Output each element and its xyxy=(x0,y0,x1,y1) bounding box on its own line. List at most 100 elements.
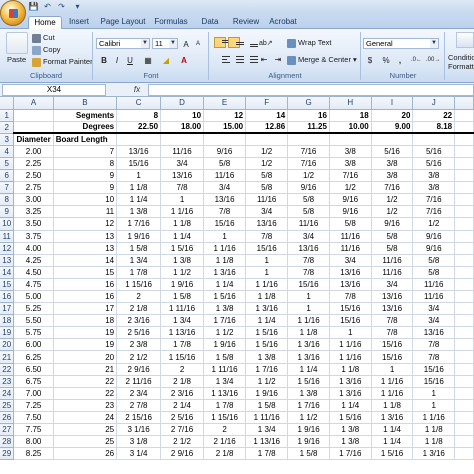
cell[interactable]: 1 1/16 xyxy=(287,314,330,328)
cell[interactable]: 8 xyxy=(116,109,162,122)
cell[interactable]: 22.50 xyxy=(116,121,162,135)
cell[interactable]: 7/8 xyxy=(245,230,289,243)
percent-button[interactable]: % xyxy=(380,54,392,65)
cell[interactable]: 1 3/16 xyxy=(412,447,456,461)
cell[interactable]: 9/16 xyxy=(329,205,372,219)
cell[interactable]: 7.50 xyxy=(13,411,54,425)
cell[interactable]: 21 xyxy=(53,363,118,376)
cell[interactable]: 15/16 xyxy=(287,278,330,292)
cell[interactable] xyxy=(454,399,474,412)
cell[interactable]: 5/16 xyxy=(371,145,414,158)
cell[interactable]: 1 5/8 xyxy=(203,350,247,364)
cell[interactable]: 1 3/16 xyxy=(329,387,372,400)
row-header[interactable]: 1 xyxy=(0,109,15,122)
cell[interactable]: 25 xyxy=(53,435,118,449)
column-header[interactable]: C xyxy=(116,97,162,110)
cell[interactable]: 1 xyxy=(287,290,330,304)
cell[interactable] xyxy=(454,157,474,171)
cell[interactable] xyxy=(454,350,474,364)
cell[interactable]: 2 11/16 xyxy=(116,375,162,388)
shrink-font-icon[interactable]: A xyxy=(192,38,204,49)
cell[interactable]: 7/16 xyxy=(412,205,456,219)
cell[interactable]: 2 1/4 xyxy=(160,399,205,412)
cell[interactable]: 1 1/16 xyxy=(160,205,205,219)
cell[interactable]: 7/8 xyxy=(160,181,205,195)
cell[interactable]: 5/8 xyxy=(371,242,414,255)
cell[interactable]: 15/16 xyxy=(245,242,289,255)
cell[interactable]: 1 1/16 xyxy=(412,411,456,425)
cell[interactable]: 1 9/16 xyxy=(116,230,162,243)
cell[interactable]: 9/16 xyxy=(329,193,372,207)
cell[interactable]: 2 1/16 xyxy=(203,435,247,449)
align-bottom-button[interactable] xyxy=(242,37,258,48)
row-header[interactable]: 7 xyxy=(0,181,15,195)
cell[interactable]: 7/8 xyxy=(203,205,247,219)
cell[interactable]: 2 3/8 xyxy=(116,338,162,352)
cell[interactable]: 1 3/8 xyxy=(245,350,289,364)
cell[interactable]: 1 1/8 xyxy=(412,435,456,449)
cell[interactable]: 2 xyxy=(203,423,247,437)
row-header[interactable]: 16 xyxy=(0,290,15,304)
cell[interactable]: 1 xyxy=(160,193,205,207)
cell[interactable]: 2 3/16 xyxy=(116,314,162,328)
cell[interactable]: 1/2 xyxy=(371,205,414,219)
cell[interactable]: 5.25 xyxy=(13,302,54,316)
cell[interactable]: 1 1/16 xyxy=(329,338,372,352)
bold-button[interactable]: B xyxy=(98,54,110,65)
cell[interactable]: 10 xyxy=(160,109,205,122)
cell[interactable]: 1 5/16 xyxy=(160,242,205,255)
copy-button[interactable]: Copy xyxy=(32,45,61,55)
row-header[interactable]: 18 xyxy=(0,314,15,328)
cell[interactable]: 1 7/16 xyxy=(116,217,162,231)
cell[interactable] xyxy=(203,133,247,146)
cell[interactable]: 11/16 xyxy=(203,169,247,183)
cell[interactable]: 2 1/2 xyxy=(116,350,162,364)
cell[interactable]: 4.50 xyxy=(13,266,54,279)
cell[interactable]: 1 3/8 xyxy=(203,302,247,316)
cell[interactable]: 11/16 xyxy=(371,266,414,279)
cell[interactable]: 22 xyxy=(412,109,456,122)
cell[interactable]: 3/8 xyxy=(371,157,414,171)
cell[interactable]: 1 1/4 xyxy=(371,423,414,437)
wrap-text-button[interactable]: Wrap Text xyxy=(287,38,332,48)
cell[interactable]: 1 xyxy=(371,363,414,376)
cell[interactable]: 7.75 xyxy=(13,423,54,437)
cell[interactable] xyxy=(454,145,474,158)
cell[interactable]: 1 7/8 xyxy=(203,399,247,412)
row-header[interactable]: 8 xyxy=(0,193,15,207)
cell[interactable]: 1 5/16 xyxy=(287,375,330,388)
cell[interactable] xyxy=(454,302,474,316)
customize-icon[interactable]: ▾ xyxy=(72,2,83,12)
cell[interactable]: 3/4 xyxy=(245,205,289,219)
cell[interactable]: 22 xyxy=(53,375,118,388)
row-header[interactable]: 27 xyxy=(0,423,15,437)
cell[interactable]: 5/8 xyxy=(371,230,414,243)
paste-button[interactable]: Paste xyxy=(7,55,26,65)
cell[interactable]: 12 xyxy=(203,109,247,122)
column-header[interactable]: I xyxy=(371,97,414,110)
cell[interactable]: 1 5/8 xyxy=(245,399,289,412)
cell[interactable]: 5/8 xyxy=(287,193,330,207)
column-header[interactable]: D xyxy=(160,97,205,110)
cell[interactable] xyxy=(454,217,474,231)
cell[interactable]: 10.00 xyxy=(329,121,372,135)
cell[interactable]: 1 1/4 xyxy=(287,363,330,376)
cell[interactable]: 1 3/16 xyxy=(203,266,247,279)
cell[interactable]: 7/16 xyxy=(412,193,456,207)
cell[interactable]: Diameter xyxy=(13,133,54,146)
cell[interactable]: 7/16 xyxy=(329,169,372,183)
comma-button[interactable]: , xyxy=(394,54,406,65)
cell[interactable]: 1 3/4 xyxy=(116,254,162,267)
cell[interactable]: 4.75 xyxy=(13,278,54,292)
cell[interactable]: 15.00 xyxy=(203,121,247,135)
cell[interactable] xyxy=(454,447,474,461)
cell[interactable]: 1 5/16 xyxy=(245,338,289,352)
cell[interactable] xyxy=(454,121,474,135)
cell[interactable]: 5/8 xyxy=(287,205,330,219)
cell[interactable]: 5/8 xyxy=(412,254,456,267)
cell[interactable]: 7/8 xyxy=(371,314,414,328)
cell[interactable]: 1 3/4 xyxy=(203,375,247,388)
row-header[interactable]: 19 xyxy=(0,326,15,340)
cell[interactable]: 18 xyxy=(53,314,118,328)
cell[interactable]: 3.50 xyxy=(13,217,54,231)
